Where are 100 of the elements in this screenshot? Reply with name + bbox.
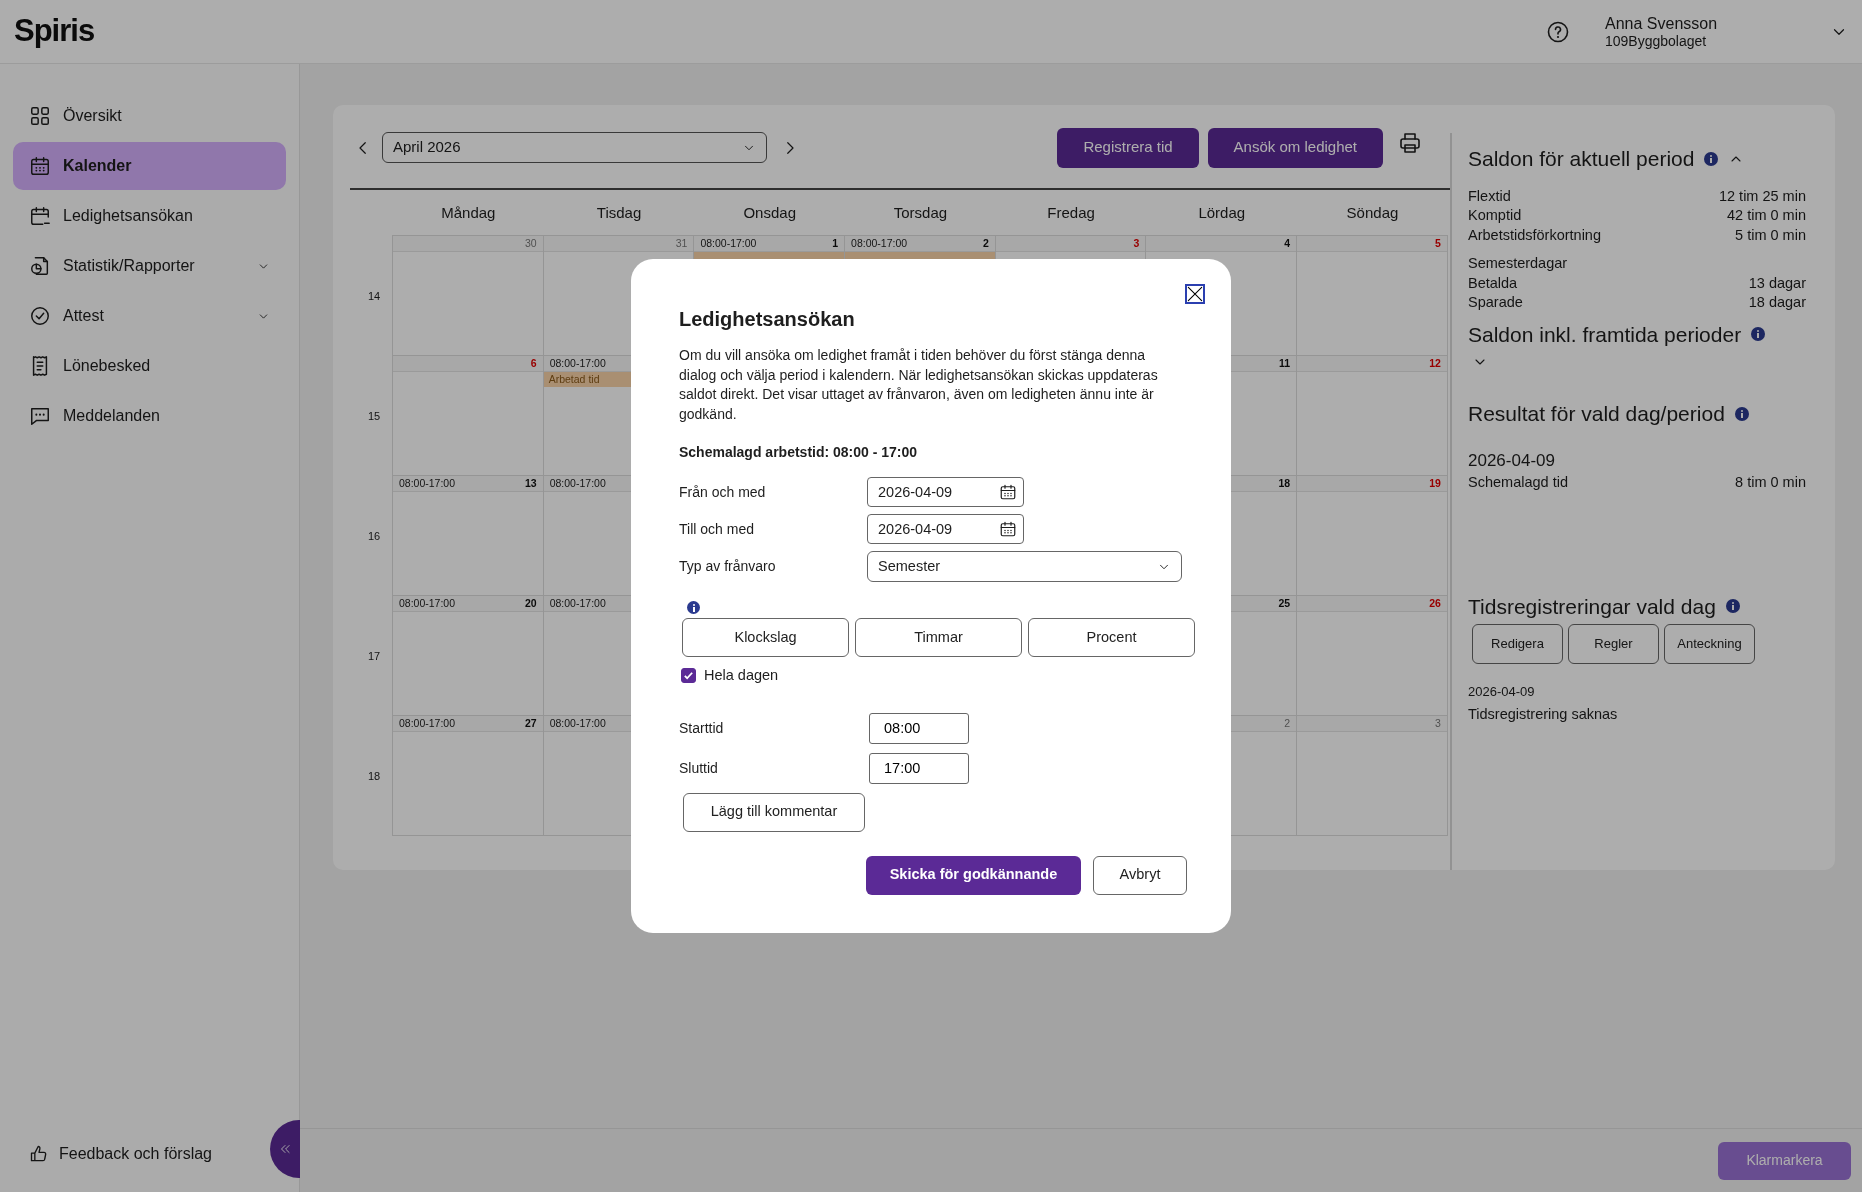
time-field[interactable]: 08:00 [869, 712, 969, 744]
sidebar-item[interactable]: Kalender [13, 142, 286, 190]
balance-label: Sparade [1468, 293, 1523, 312]
empty-message: Tidsregistrering saknas [1468, 704, 1619, 724]
close-icon [1187, 286, 1203, 303]
sidebar-item[interactable]: Meddelanden [13, 392, 286, 440]
calendar-day-cell[interactable]: 08:00-17:00 20 [392, 595, 544, 716]
feedback-link[interactable]: Feedback och förslag [29, 1142, 212, 1166]
action-button[interactable]: Anteckning [1664, 624, 1755, 664]
calendar-day-cell[interactable]: 12 [1296, 355, 1448, 476]
user-name: Anna Svensson [1605, 13, 1719, 33]
checkbox[interactable] [681, 668, 696, 684]
schedule-time: 08:00-17:00 [399, 715, 456, 731]
calendar-day-cell[interactable]: 30 [392, 235, 544, 356]
checkbox-label[interactable]: Hela dagen [704, 664, 779, 687]
check-circle-icon [29, 305, 51, 327]
date-field[interactable]: 2026-04-09 [867, 477, 1024, 508]
result-label: Schemalagd tid [1468, 473, 1568, 492]
calendar-day-cell[interactable]: 26 [1296, 595, 1448, 716]
balance-value: 12 tim 25 min [1718, 186, 1806, 206]
calendar-day-cell[interactable]: 08:00-17:00 13 [392, 475, 544, 596]
sidebar-item[interactable]: Attest [13, 292, 286, 340]
info-icon[interactable] [687, 601, 700, 615]
section-heading: Resultat för vald dag/period [1468, 401, 1725, 427]
calendar-day-cell[interactable]: 6 [392, 355, 544, 476]
calendar-minus-icon [29, 205, 51, 227]
schedule-time: 08:00-17:00 [399, 475, 456, 491]
register-time-button[interactable]: Registrera tid [1057, 127, 1199, 168]
info-icon[interactable] [1704, 151, 1719, 166]
week-number: 15 [367, 408, 381, 424]
day-number: 27 [525, 715, 537, 731]
subheading: Semesterdagar [1468, 254, 1569, 273]
calendar-day-cell[interactable]: 3 [1296, 715, 1448, 836]
help-icon[interactable] [1546, 19, 1570, 44]
result-value: 8 tim 0 min [1735, 473, 1806, 492]
check-icon [683, 670, 694, 682]
day-number: 20 [525, 595, 537, 611]
week-number: 18 [367, 768, 381, 784]
calendar-day-cell[interactable]: 19 [1296, 475, 1448, 596]
time-field[interactable]: 17:00 [869, 752, 969, 784]
day-number: 4 [1284, 235, 1291, 251]
day-number: 25 [1278, 595, 1291, 611]
day-number: 12 [1429, 355, 1441, 371]
day-number: 30 [525, 235, 537, 251]
day-number: 11 [1279, 355, 1291, 371]
day-number: 13 [525, 475, 537, 491]
weekday-header: Tisdag [595, 202, 643, 223]
calendar-icon[interactable] [999, 483, 1017, 502]
close-button[interactable] [1185, 284, 1205, 305]
info-icon[interactable] [1734, 406, 1749, 421]
print-icon[interactable] [1398, 130, 1422, 155]
sidebar-item[interactable]: Översikt [13, 92, 286, 140]
balance-value: 42 tim 0 min [1727, 206, 1806, 225]
weekday-header: Fredag [1046, 202, 1096, 223]
date-field[interactable]: 2026-04-09 [867, 514, 1024, 545]
info-icon[interactable] [1751, 327, 1766, 342]
day-number: 26 [1429, 595, 1441, 611]
weekday-header: Torsdag [892, 202, 949, 223]
week-number: 17 [367, 648, 381, 664]
collapse-sidebar-button[interactable] [270, 1120, 300, 1178]
mode-button[interactable]: Timmar [855, 617, 1022, 657]
leave-request-button[interactable]: Ansök om ledighet [1207, 127, 1383, 168]
day-number: 18 [1278, 475, 1291, 491]
weekday-header: Måndag [440, 202, 497, 223]
mode-button[interactable]: Procent [1028, 617, 1195, 657]
calendar-day-cell[interactable]: 08:00-17:00 27 [392, 715, 544, 836]
schedule-time: 08:00-17:00 [549, 595, 606, 611]
week-number: 14 [367, 288, 381, 304]
weekday-header: Onsdag [742, 202, 797, 223]
section-heading: Tidsregistreringar vald dag [1468, 593, 1716, 620]
sidebar-item[interactable]: Statistik/Rapporter [13, 242, 286, 290]
select-field[interactable]: Semester [867, 551, 1182, 583]
balance-label: Komptid [1468, 206, 1522, 225]
add-comment-button[interactable]: Lägg till kommentar [683, 792, 865, 832]
thumbs-up-icon [29, 1144, 49, 1164]
schedule-time: 08:00-17:00 [851, 235, 908, 251]
action-button[interactable]: Regler [1568, 624, 1659, 664]
submit-button[interactable]: Skicka för godkännande [866, 855, 1081, 895]
schedule-time: 08:00-17:00 [549, 355, 606, 371]
info-icon[interactable] [1725, 599, 1740, 614]
action-button[interactable]: Redigera [1472, 624, 1563, 664]
month-select[interactable]: April 2026 [382, 132, 767, 163]
balance-label: Flextid [1468, 186, 1511, 206]
calendar-icon[interactable] [999, 520, 1017, 539]
day-number: 31 [675, 235, 688, 251]
cancel-button[interactable]: Avbryt [1093, 855, 1187, 895]
balance-value: 5 tim 0 min [1735, 225, 1806, 245]
company-name: 109Byggbolaget [1605, 32, 1708, 50]
balance-label: Betalda [1468, 273, 1518, 293]
selected-date: 2026-04-09 [1468, 449, 1556, 472]
day-number: 3 [1133, 235, 1140, 251]
mode-button[interactable]: Klockslag [682, 617, 849, 657]
sidebar-item[interactable]: Ledighetsansökan [13, 192, 286, 240]
day-number: 6 [530, 355, 537, 371]
sidebar-item[interactable]: Lönebesked [13, 342, 286, 390]
day-number: 1 [832, 235, 839, 251]
schedule-time: 08:00-17:00 [549, 475, 606, 491]
calendar-day-cell[interactable]: 5 [1296, 235, 1448, 356]
day-number: 2 [982, 235, 989, 251]
registration-date: 2026-04-09 [1468, 683, 1536, 701]
